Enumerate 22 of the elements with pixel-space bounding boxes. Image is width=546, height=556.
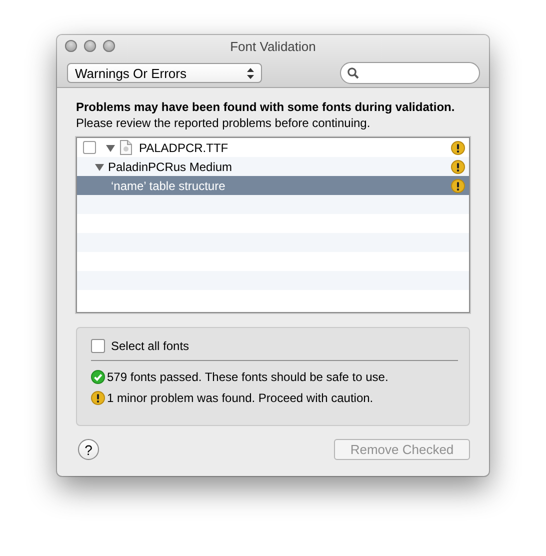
tree-item-label[interactable]: PALADPCR.TTF — [137, 140, 451, 154]
warning-icon — [91, 390, 105, 404]
stepper-arrows-icon — [247, 68, 254, 78]
checkmark-icon — [91, 370, 105, 384]
disclosure-triangle-icon[interactable] — [95, 162, 105, 172]
zoom-button[interactable] — [103, 40, 115, 52]
filter-dropdown[interactable]: Warnings Or Errors — [67, 63, 262, 83]
window-title: Font Validation — [230, 39, 316, 54]
help-button[interactable]: ? — [78, 439, 99, 460]
minimize-button[interactable] — [84, 40, 96, 52]
heading-text: Problems may have been found with some fonts during validation. — [76, 99, 456, 115]
message-text: Please review the reported problems before continuing. — [76, 115, 372, 131]
search-icon — [347, 67, 359, 79]
select-all-label[interactable]: Select all fonts — [111, 339, 190, 353]
result-text: 579 fonts passed. These fonts should be safe to use. — [107, 370, 388, 384]
document-icon — [120, 140, 132, 155]
checkbox[interactable] — [91, 339, 105, 353]
disclosure-triangle-icon[interactable] — [106, 142, 116, 152]
checkbox[interactable] — [83, 141, 96, 154]
search-field[interactable] — [340, 62, 480, 84]
close-button[interactable] — [65, 40, 77, 52]
result-text: 1 minor problem was found. Proceed with caution. — [107, 390, 374, 404]
